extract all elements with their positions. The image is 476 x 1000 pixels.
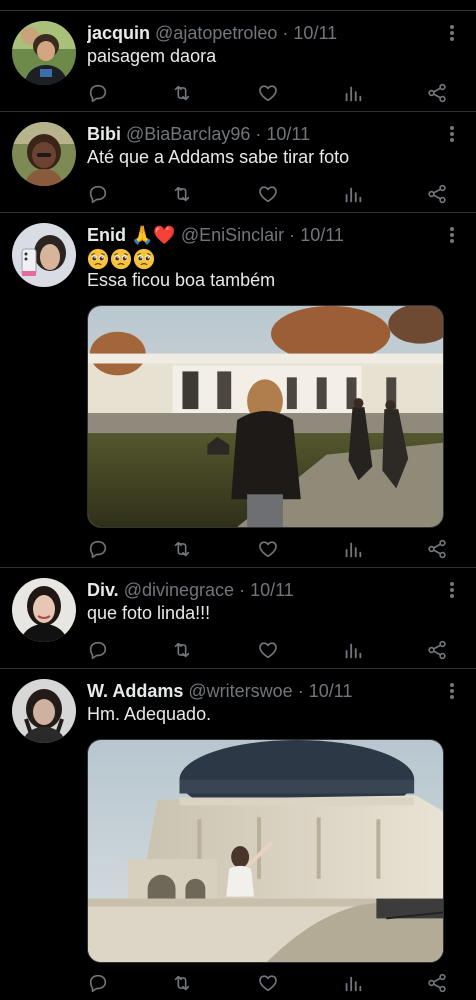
more-icon[interactable] xyxy=(446,225,458,245)
tweet[interactable]: jacquin @ajatopetroleo · 10/11 paisagem … xyxy=(0,10,476,111)
tweet-actions xyxy=(87,183,447,207)
avatar[interactable] xyxy=(12,578,76,642)
observatory-photo xyxy=(88,306,443,527)
stats-icon[interactable] xyxy=(342,639,364,661)
heart-icon[interactable] xyxy=(257,972,279,994)
retweet-icon[interactable] xyxy=(171,538,193,560)
observatory-photo xyxy=(88,740,443,962)
avatar-photo xyxy=(12,578,76,642)
tweet[interactable]: Div. @divinegrace · 10/11 que foto linda… xyxy=(0,567,476,668)
tweet-text: Até que a Addams sabe tirar foto xyxy=(87,147,350,167)
display-name[interactable]: Enid 🙏❤️ xyxy=(87,225,176,245)
heart-icon[interactable] xyxy=(257,183,279,205)
retweet-icon[interactable] xyxy=(171,183,193,205)
tweet-actions xyxy=(87,538,447,562)
stats-icon[interactable] xyxy=(342,538,364,560)
tweet-date[interactable]: 10/11 xyxy=(250,580,294,600)
share-icon[interactable] xyxy=(426,183,448,205)
avatar[interactable] xyxy=(12,21,76,85)
heart-icon[interactable] xyxy=(257,82,279,104)
pleading-face-icon xyxy=(87,248,109,270)
reply-icon[interactable] xyxy=(87,972,109,994)
share-icon[interactable] xyxy=(426,639,448,661)
separator-dot: · xyxy=(297,681,304,701)
display-name[interactable]: jacquin xyxy=(87,23,150,43)
more-icon[interactable] xyxy=(446,681,458,701)
tweet-date[interactable]: 10/11 xyxy=(266,124,310,144)
display-name[interactable]: Bibi xyxy=(87,124,121,144)
avatar-photo xyxy=(12,223,76,287)
share-icon[interactable] xyxy=(426,538,448,560)
stats-icon[interactable] xyxy=(342,972,364,994)
tweet-date[interactable]: 10/11 xyxy=(300,225,344,245)
user-handle[interactable]: @divinegrace xyxy=(124,580,234,600)
pleading-face-icon xyxy=(133,248,155,270)
avatar-photo xyxy=(12,679,76,743)
avatar-photo xyxy=(12,21,76,85)
heart-icon[interactable] xyxy=(257,639,279,661)
display-name[interactable]: Div. xyxy=(87,580,119,600)
user-handle[interactable]: @writerswoe xyxy=(188,681,292,701)
tweet-header: Enid 🙏❤️ @EniSinclair · 10/11 xyxy=(87,224,436,246)
tweet-date[interactable]: 10/11 xyxy=(309,681,353,701)
reply-icon[interactable] xyxy=(87,183,109,205)
share-icon[interactable] xyxy=(426,82,448,104)
user-handle[interactable]: @BiaBarclay96 xyxy=(126,124,250,144)
share-icon[interactable] xyxy=(426,972,448,994)
stats-icon[interactable] xyxy=(342,82,364,104)
retweet-icon[interactable] xyxy=(171,82,193,104)
stats-icon[interactable] xyxy=(342,183,364,205)
tweet-header: W. Addams @writerswoe · 10/11 xyxy=(87,680,436,702)
emoji-row xyxy=(87,248,155,270)
retweet-icon[interactable] xyxy=(171,972,193,994)
user-handle[interactable]: @EniSinclair xyxy=(181,225,284,245)
tweet-photo[interactable] xyxy=(87,305,444,528)
tweet-header: jacquin @ajatopetroleo · 10/11 xyxy=(87,22,436,44)
tweet[interactable]: Enid 🙏❤️ @EniSinclair · 10/11 Essa ficou… xyxy=(0,212,476,567)
tweet[interactable]: Bibi @BiaBarclay96 · 10/11 Até que a Add… xyxy=(0,111,476,212)
user-handle[interactable]: @ajatopetroleo xyxy=(155,23,277,43)
display-name[interactable]: W. Addams xyxy=(87,681,183,701)
avatar[interactable] xyxy=(12,223,76,287)
heart-icon[interactable] xyxy=(257,538,279,560)
tweet-text: que foto linda!!! xyxy=(87,603,211,623)
tweet-actions xyxy=(87,82,447,106)
avatar[interactable] xyxy=(12,679,76,743)
tweet-text: Hm. Adequado. xyxy=(87,704,212,724)
tweet-text: Essa ficou boa também xyxy=(87,270,276,290)
reply-icon[interactable] xyxy=(87,538,109,560)
more-icon[interactable] xyxy=(446,580,458,600)
tweet-header: Div. @divinegrace · 10/11 xyxy=(87,579,436,601)
avatar-photo xyxy=(12,122,76,186)
more-icon[interactable] xyxy=(446,124,458,144)
tweet-text: paisagem daora xyxy=(87,46,217,66)
tweet-photo[interactable] xyxy=(87,739,444,963)
separator-dot: · xyxy=(255,124,262,144)
pleading-face-icon xyxy=(110,248,132,270)
retweet-icon[interactable] xyxy=(171,639,193,661)
separator-dot: · xyxy=(239,580,246,600)
avatar[interactable] xyxy=(12,122,76,186)
tweet-date[interactable]: 10/11 xyxy=(293,23,337,43)
tweet-header: Bibi @BiaBarclay96 · 10/11 xyxy=(87,123,436,145)
separator-dot: · xyxy=(289,225,296,245)
reply-icon[interactable] xyxy=(87,639,109,661)
tweet-actions xyxy=(87,639,447,663)
reply-icon[interactable] xyxy=(87,82,109,104)
separator-dot: · xyxy=(282,23,289,43)
tweet-actions xyxy=(87,972,447,996)
tweet[interactable]: W. Addams @writerswoe · 10/11 Hm. Adequa… xyxy=(0,668,476,1000)
more-icon[interactable] xyxy=(446,23,458,43)
